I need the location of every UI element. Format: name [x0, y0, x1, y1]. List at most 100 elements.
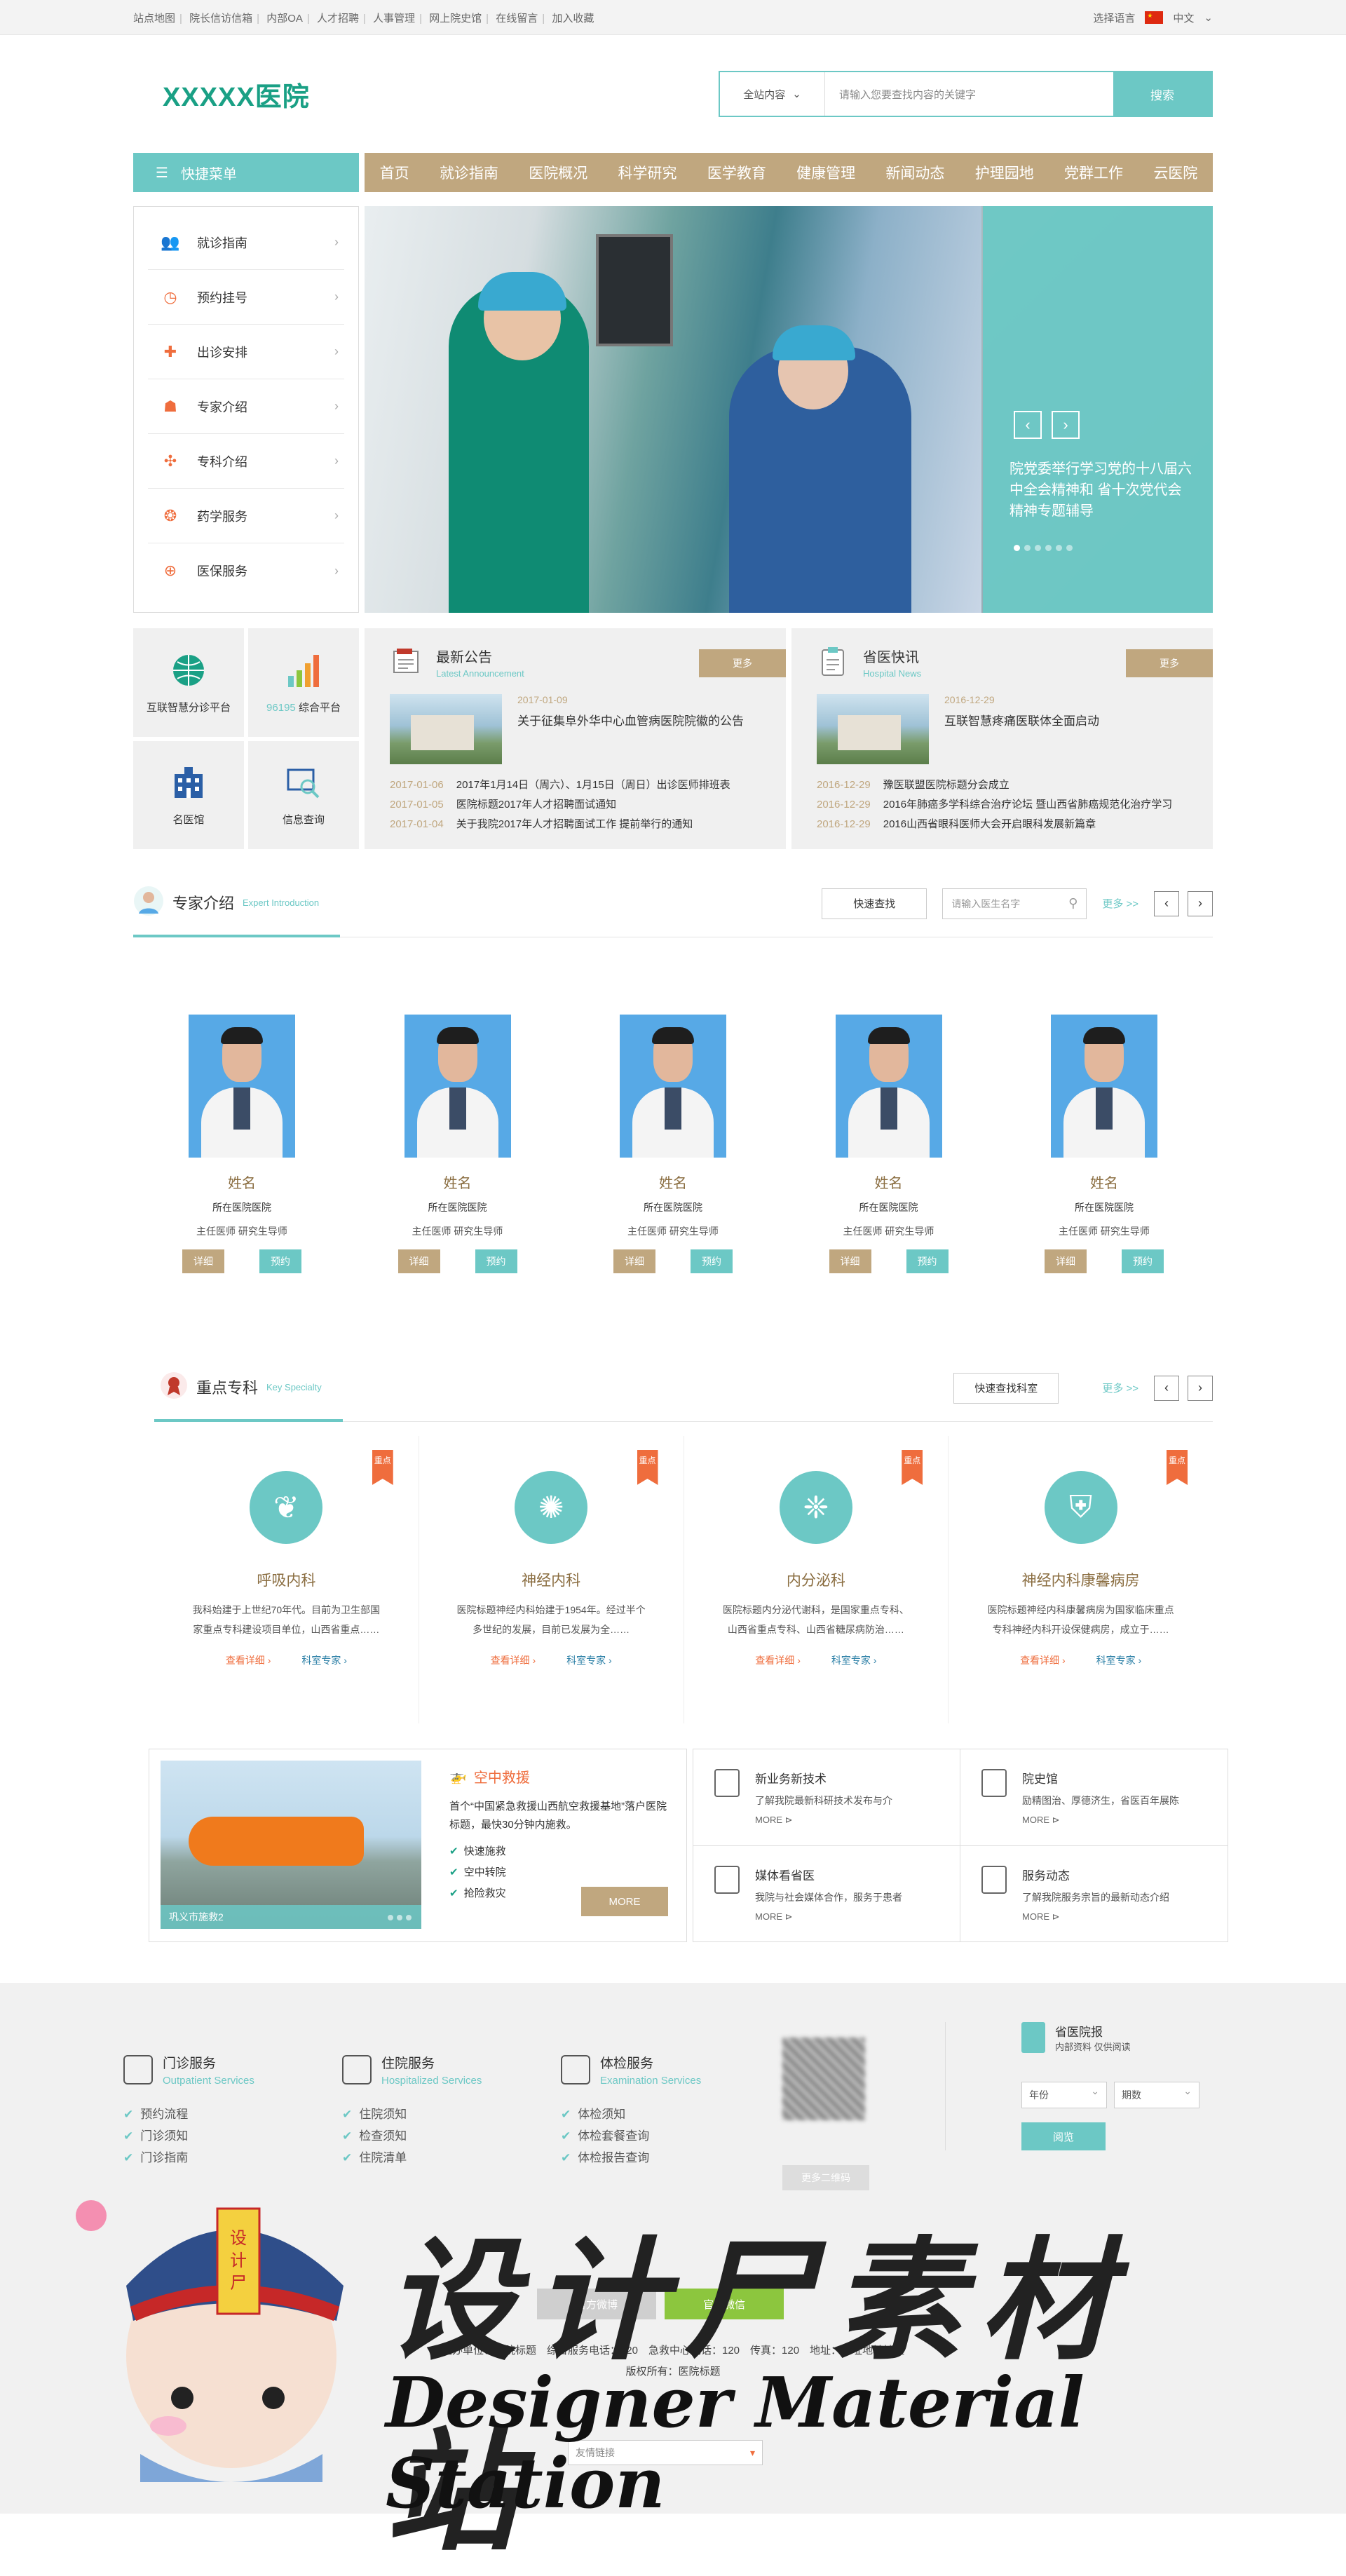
service-card[interactable]: 媒体看省医 我院与社会媒体合作，服务于患者 MORE ⊳: [693, 1846, 960, 1942]
list-item[interactable]: 2016-12-29 2016年肺癌多学科综合治疗论坛 暨山西省肺癌规范化治疗学习: [817, 795, 1213, 815]
nav-item-health[interactable]: 健康管理: [796, 162, 855, 183]
service-more[interactable]: MORE ⊳: [1022, 1911, 1169, 1923]
banner-dot[interactable]: [1056, 545, 1062, 551]
service-card[interactable]: 服务动态 了解我院服务宗旨的最新动态介绍 MORE ⊳: [960, 1846, 1228, 1942]
book-button[interactable]: 预约: [906, 1249, 949, 1273]
more-qr-button[interactable]: 更多二维码: [782, 2165, 869, 2190]
footer-link[interactable]: 体检须知: [561, 2103, 729, 2125]
prev-arrow-icon[interactable]: ‹: [1014, 411, 1042, 439]
department-experts-link[interactable]: 科室专家 ›: [831, 1653, 877, 1667]
site-logo[interactable]: XXXXX医院: [163, 75, 310, 114]
quick-find-department-button[interactable]: 快速查找科室: [953, 1372, 1059, 1404]
read-button[interactable]: 阅览: [1021, 2122, 1106, 2150]
footer-link[interactable]: 体检套餐查询: [561, 2125, 729, 2147]
utility-link-sitemap[interactable]: 站点地图: [133, 13, 175, 25]
nav-item-home[interactable]: 首页: [380, 162, 409, 183]
prev-arrow-icon[interactable]: ‹: [1154, 890, 1179, 916]
nav-item-research[interactable]: 科学研究: [618, 162, 677, 183]
specialty-more-link[interactable]: 更多 >>: [1102, 1381, 1138, 1395]
detail-button[interactable]: 详细: [829, 1249, 871, 1273]
utility-link-hr[interactable]: 人事管理: [373, 13, 415, 25]
utility-link-favorite[interactable]: 加入收藏: [552, 13, 594, 25]
list-item[interactable]: 2016-12-29 豫医联盟医院标题分会成立: [817, 775, 1213, 795]
nav-item-education[interactable]: 医学教育: [707, 162, 766, 183]
nav-item-news[interactable]: 新闻动态: [885, 162, 944, 183]
quick-menu-item[interactable]: ⊕ 医保服务 ›: [148, 543, 344, 598]
expert-photo[interactable]: [189, 1015, 295, 1158]
footer-link[interactable]: 门诊须知: [123, 2125, 292, 2147]
book-button[interactable]: 预约: [259, 1249, 301, 1273]
experts-more-link[interactable]: 更多 >>: [1102, 896, 1138, 911]
specialty-name[interactable]: 内分泌科: [684, 1569, 949, 1590]
detail-button[interactable]: 详细: [1045, 1249, 1087, 1273]
prev-arrow-icon[interactable]: ‹: [1154, 1375, 1179, 1401]
footer-link[interactable]: 住院清单: [342, 2147, 510, 2169]
banner-caption[interactable]: 院党委举行学习党的十八届六中全会精神和 省十次党代会精神专题辅导: [1010, 459, 1192, 522]
utility-link-message[interactable]: 在线留言: [496, 13, 538, 25]
nav-item-party[interactable]: 党群工作: [1064, 162, 1123, 183]
view-detail-link[interactable]: 查看详细 ›: [226, 1653, 271, 1667]
nav-item-nursing[interactable]: 护理园地: [975, 162, 1034, 183]
expert-name[interactable]: 姓名: [1045, 1172, 1164, 1192]
expert-name[interactable]: 姓名: [829, 1172, 949, 1192]
search-button[interactable]: 搜索: [1113, 72, 1211, 116]
news-lead[interactable]: 2016-12-29 互联智慧疼痛医联体全面启动: [817, 694, 1213, 764]
service-more[interactable]: MORE ⊳: [755, 1911, 902, 1923]
list-item[interactable]: 2016-12-29 2016山西省眼科医师大会开启眼科发展新篇章: [817, 815, 1213, 834]
department-experts-link[interactable]: 科室专家 ›: [1096, 1653, 1142, 1667]
next-arrow-icon[interactable]: ›: [1052, 411, 1080, 439]
service-more[interactable]: MORE ⊳: [755, 1815, 892, 1826]
list-item[interactable]: 2017-01-04 关于我院2017年人才招聘面试工作 提前举行的通知: [390, 815, 786, 834]
year-select[interactable]: 年份: [1021, 2082, 1107, 2108]
next-arrow-icon[interactable]: ›: [1188, 1375, 1213, 1401]
detail-button[interactable]: 详细: [613, 1249, 655, 1273]
expert-photo[interactable]: [620, 1015, 726, 1158]
quick-menu-item[interactable]: ◷ 预约挂号 ›: [148, 270, 344, 325]
footer-link[interactable]: 门诊指南: [123, 2147, 292, 2169]
footer-link[interactable]: 住院须知: [342, 2103, 510, 2125]
quick-menu-item[interactable]: ☗ 专家介绍 ›: [148, 379, 344, 434]
footer-link[interactable]: 检查须知: [342, 2125, 510, 2147]
view-detail-link[interactable]: 查看详细 ›: [755, 1653, 801, 1667]
banner-dot[interactable]: [1024, 545, 1031, 551]
next-arrow-icon[interactable]: ›: [1188, 890, 1213, 916]
service-card[interactable]: 院史馆 励精图治、厚德济生，省医百年展陈 MORE ⊳: [960, 1749, 1228, 1846]
expert-photo[interactable]: [404, 1015, 511, 1158]
quick-menu-item[interactable]: ❂ 药学服务 ›: [148, 489, 344, 543]
utility-link-recruit[interactable]: 人才招聘: [317, 13, 359, 25]
quick-menu-item[interactable]: 👥 就诊指南 ›: [148, 215, 344, 270]
expert-photo[interactable]: [835, 1015, 942, 1158]
expert-name[interactable]: 姓名: [398, 1172, 517, 1192]
detail-button[interactable]: 详细: [182, 1249, 224, 1273]
search-input[interactable]: 请输入您要查找内容的关键字: [825, 72, 1113, 116]
department-experts-link[interactable]: 科室专家 ›: [301, 1653, 347, 1667]
service-tile[interactable]: 名医馆: [133, 740, 244, 849]
department-experts-link[interactable]: 科室专家 ›: [566, 1653, 612, 1667]
search-scope-select[interactable]: 全站内容 ⌄: [720, 72, 825, 116]
announcement-more-button[interactable]: 更多: [699, 649, 786, 677]
expert-name[interactable]: 姓名: [613, 1172, 733, 1192]
quick-menu-item[interactable]: ✚ 出诊安排 ›: [148, 325, 344, 379]
expert-name[interactable]: 姓名: [182, 1172, 301, 1192]
service-tile[interactable]: 96195 综合平台: [248, 628, 359, 737]
nav-item-cloud[interactable]: 云医院: [1153, 162, 1197, 183]
book-button[interactable]: 预约: [475, 1249, 517, 1273]
view-detail-link[interactable]: 查看详细 ›: [1020, 1653, 1066, 1667]
issue-select[interactable]: 期数: [1114, 2082, 1199, 2108]
list-item[interactable]: 2017-01-06 2017年1月14日（周六）、1月15日（周日）出诊医师排班…: [390, 775, 786, 795]
air-rescue-more-button[interactable]: MORE: [581, 1887, 668, 1916]
doctor-search-input[interactable]: 请输入医生名字: [942, 888, 1087, 919]
specialty-name[interactable]: 神经内科: [419, 1569, 684, 1590]
announcement-lead[interactable]: 2017-01-09 关于征集阜外华中心血管病医院院徽的公告: [390, 694, 786, 764]
weibo-button[interactable]: 官方微博: [537, 2289, 656, 2319]
banner-dot[interactable]: [1035, 545, 1041, 551]
utility-link-oa[interactable]: 内部OA: [266, 13, 303, 25]
list-item[interactable]: 2017-01-05 医院标题2017年人才招聘面试通知: [390, 795, 786, 815]
wechat-button[interactable]: 官方微信: [665, 2289, 784, 2319]
specialty-name[interactable]: 神经内科康馨病房: [949, 1569, 1213, 1590]
language-selector[interactable]: 选择语言 中文 ⌄: [1093, 11, 1213, 25]
nav-item-guide[interactable]: 就诊指南: [440, 162, 498, 183]
specialty-name[interactable]: 呼吸内科: [154, 1569, 419, 1590]
footer-link[interactable]: 体检报告查询: [561, 2147, 729, 2169]
service-tile[interactable]: 互联智慧分诊平台: [133, 628, 244, 737]
